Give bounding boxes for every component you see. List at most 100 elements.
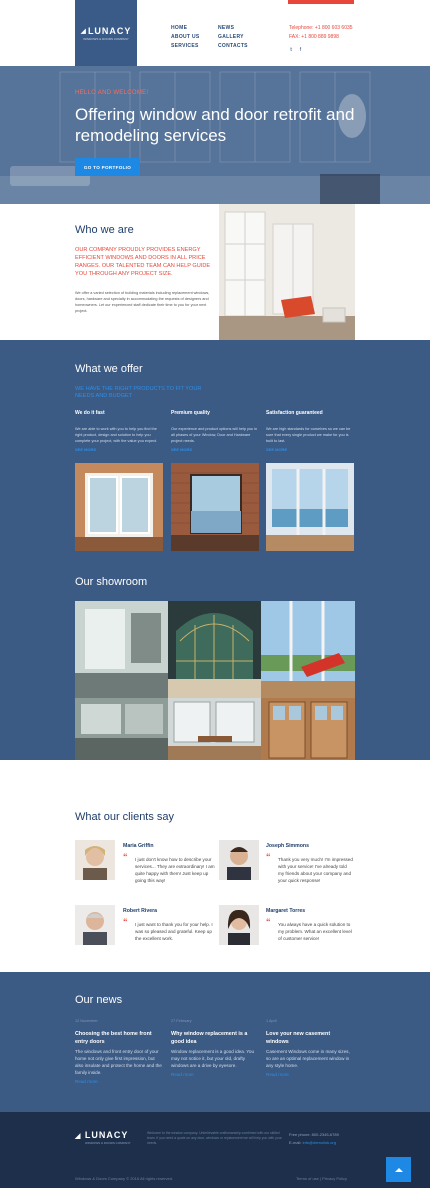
brick-window-illustration <box>171 463 259 551</box>
client-name: Joseph Simmons <box>266 843 309 849</box>
hero-banner: HELLO AND WELCOME! Offering window and d… <box>0 66 430 204</box>
offer-col2-more-link[interactable]: SEE MORE <box>171 447 192 452</box>
interior-illustration <box>219 204 355 340</box>
quote-icon: “ <box>123 852 128 862</box>
twitter-icon[interactable]: 𝕥 <box>290 47 292 53</box>
wooden-doors-illustration <box>261 698 355 760</box>
showroom-heading: Our showroom <box>75 576 148 588</box>
nav-gallery[interactable]: GALLERY <box>218 33 248 42</box>
news-section: Our news 12 November Choosing the best h… <box>0 972 430 1112</box>
showroom-photo-2[interactable] <box>168 601 261 698</box>
header-phone[interactable]: Telephone: +1 800 603 6035 <box>289 24 353 33</box>
footer-brand-tagline: WINDOWS & DOORS COMPANY <box>85 1141 131 1145</box>
quote-icon: “ <box>266 852 271 862</box>
who-we-are-lead: OUR COMPANY PROUDLY PROVIDES ENERGY EFFI… <box>75 247 211 277</box>
news-excerpt: Window replacement is a good idea. You m… <box>171 1049 254 1068</box>
red-lounge-chair-illustration <box>261 601 355 698</box>
offer-lead: WE HAVE THE RIGHT PRODUCTS TO FIT YOUR N… <box>75 386 202 399</box>
footer-legal-links[interactable]: Terms of use | Privacy Policy <box>296 1176 347 1181</box>
offer-col1-more-link[interactable]: SEE MORE <box>75 447 96 452</box>
offer-heading: What we offer <box>75 363 143 375</box>
showroom-photo-3[interactable] <box>261 601 355 698</box>
client-portrait-joseph <box>219 840 259 880</box>
glass-balcony-illustration <box>75 698 168 760</box>
client-portrait-margaret <box>219 905 259 945</box>
offer-col3-more-link[interactable]: SEE MORE <box>266 447 287 452</box>
header-fax: FAX: +1 800 889 9898 <box>289 34 339 40</box>
nav-about-us[interactable]: ABOUT US <box>171 33 200 42</box>
avatar <box>219 840 259 880</box>
news-headline[interactable]: Love your new casement windows <box>266 1030 354 1046</box>
footer-brand-name: LUNACY <box>84 1130 129 1140</box>
nav-contacts[interactable]: CONTACTS <box>218 42 248 51</box>
offer-col3-title: Satisfaction guaranteed <box>266 410 323 416</box>
site-footer: ◢ LUNACY WINDOWS & DOORS COMPANY Welcome… <box>0 1112 430 1188</box>
offer-photo-doors[interactable] <box>75 463 163 551</box>
brand-mark-icon: ◢ <box>75 1133 82 1140</box>
offer-photo-brick[interactable] <box>171 463 259 551</box>
brand-mark-icon: ◢ <box>80 27 86 35</box>
client-quote: I just want to thank you for your help. … <box>135 922 213 941</box>
offer-photo-sea-view[interactable] <box>266 463 354 551</box>
portfolio-button[interactable]: GO TO PORTFOLIO <box>75 158 140 176</box>
footer-logo[interactable]: ◢ LUNACY <box>75 1130 128 1140</box>
offer-col1-text: We are able to work with you to help you… <box>75 427 158 443</box>
clients-heading: What our clients say <box>75 811 175 823</box>
chevron-up-icon <box>394 1167 403 1172</box>
avatar <box>219 905 259 945</box>
who-we-are-body: We offer a varied selection of building … <box>75 291 210 313</box>
copyright: Windows & Doors Company © 2016 All right… <box>75 1176 174 1181</box>
brand-tagline: WINDOWS & DOORS COMPANY <box>83 36 129 41</box>
offer-col2-text: Our experience and product options will … <box>171 427 258 443</box>
client-quote: Thank you very much! I'm impressed with … <box>278 857 353 883</box>
news-excerpt: Casement Windows come in many sizes, so … <box>266 1049 350 1068</box>
brand-name: LUNACY <box>87 25 132 36</box>
client-portrait-maria <box>75 840 115 880</box>
patio-doors-illustration <box>75 463 163 551</box>
who-we-are-heading: Who we are <box>75 224 134 236</box>
offer-col3-text: We are high standards for ourselves so w… <box>266 427 351 443</box>
read-more-link[interactable]: Read more <box>171 1072 194 1077</box>
news-date: 12 November <box>75 1019 98 1023</box>
logo[interactable]: ◢ LUNACY WINDOWS & DOORS COMPANY <box>75 0 137 66</box>
accent-bar <box>288 0 354 4</box>
nav-services[interactable]: SERVICES <box>171 42 200 51</box>
main-nav-col2: NEWS GALLERY CONTACTS <box>218 24 248 51</box>
quote-icon: “ <box>266 917 271 927</box>
client-name: Robert Rivera <box>123 908 158 914</box>
showroom-photo-1[interactable] <box>75 601 168 698</box>
offer-col2-title: Premium quality <box>171 410 210 416</box>
stained-glass-illustration <box>168 601 261 698</box>
news-date: 1 April <box>266 1019 277 1023</box>
hero-title: Offering window and door retrofit and re… <box>75 105 355 145</box>
facebook-icon[interactable]: f <box>300 47 301 53</box>
nav-news[interactable]: NEWS <box>218 24 248 33</box>
scroll-to-top-button[interactable] <box>386 1157 411 1182</box>
showroom-photo-5[interactable] <box>168 698 261 760</box>
quote-icon: “ <box>123 917 128 927</box>
hallway-illustration <box>75 601 168 698</box>
avatar <box>75 905 115 945</box>
news-excerpt: The windows and front entry door of your… <box>75 1049 162 1075</box>
offer-col1-title: We do it fast <box>75 410 105 416</box>
read-more-link[interactable]: Read more <box>75 1079 98 1084</box>
hero-greeting: HELLO AND WELCOME! <box>75 90 149 96</box>
dining-room-illustration <box>168 698 261 760</box>
footer-phone[interactable]: Free phone: 800-2345-6789 <box>289 1131 339 1139</box>
avatar <box>75 840 115 880</box>
main-nav-col1: HOME ABOUT US SERVICES <box>171 24 200 51</box>
read-more-link[interactable]: Read more <box>266 1072 289 1077</box>
client-quote: You always have a quick solution to my p… <box>278 922 352 941</box>
footer-about: Welcome to the window company. Unbelieva… <box>147 1131 282 1145</box>
social-links: 𝕥 f <box>290 47 307 53</box>
news-headline[interactable]: Why window replacement is a good idea <box>171 1030 259 1046</box>
sea-view-window-illustration <box>266 463 354 551</box>
footer-email[interactable]: info@demolink.org <box>303 1140 336 1145</box>
news-date: 27 February <box>171 1019 192 1023</box>
showroom-photo-6[interactable] <box>261 698 355 760</box>
news-heading: Our news <box>75 994 123 1006</box>
news-headline[interactable]: Choosing the best home front entry doors <box>75 1030 163 1046</box>
showroom-photo-4[interactable] <box>75 698 168 760</box>
client-quote: I just don't know how to describe your s… <box>135 857 215 883</box>
nav-home[interactable]: HOME <box>171 24 200 33</box>
